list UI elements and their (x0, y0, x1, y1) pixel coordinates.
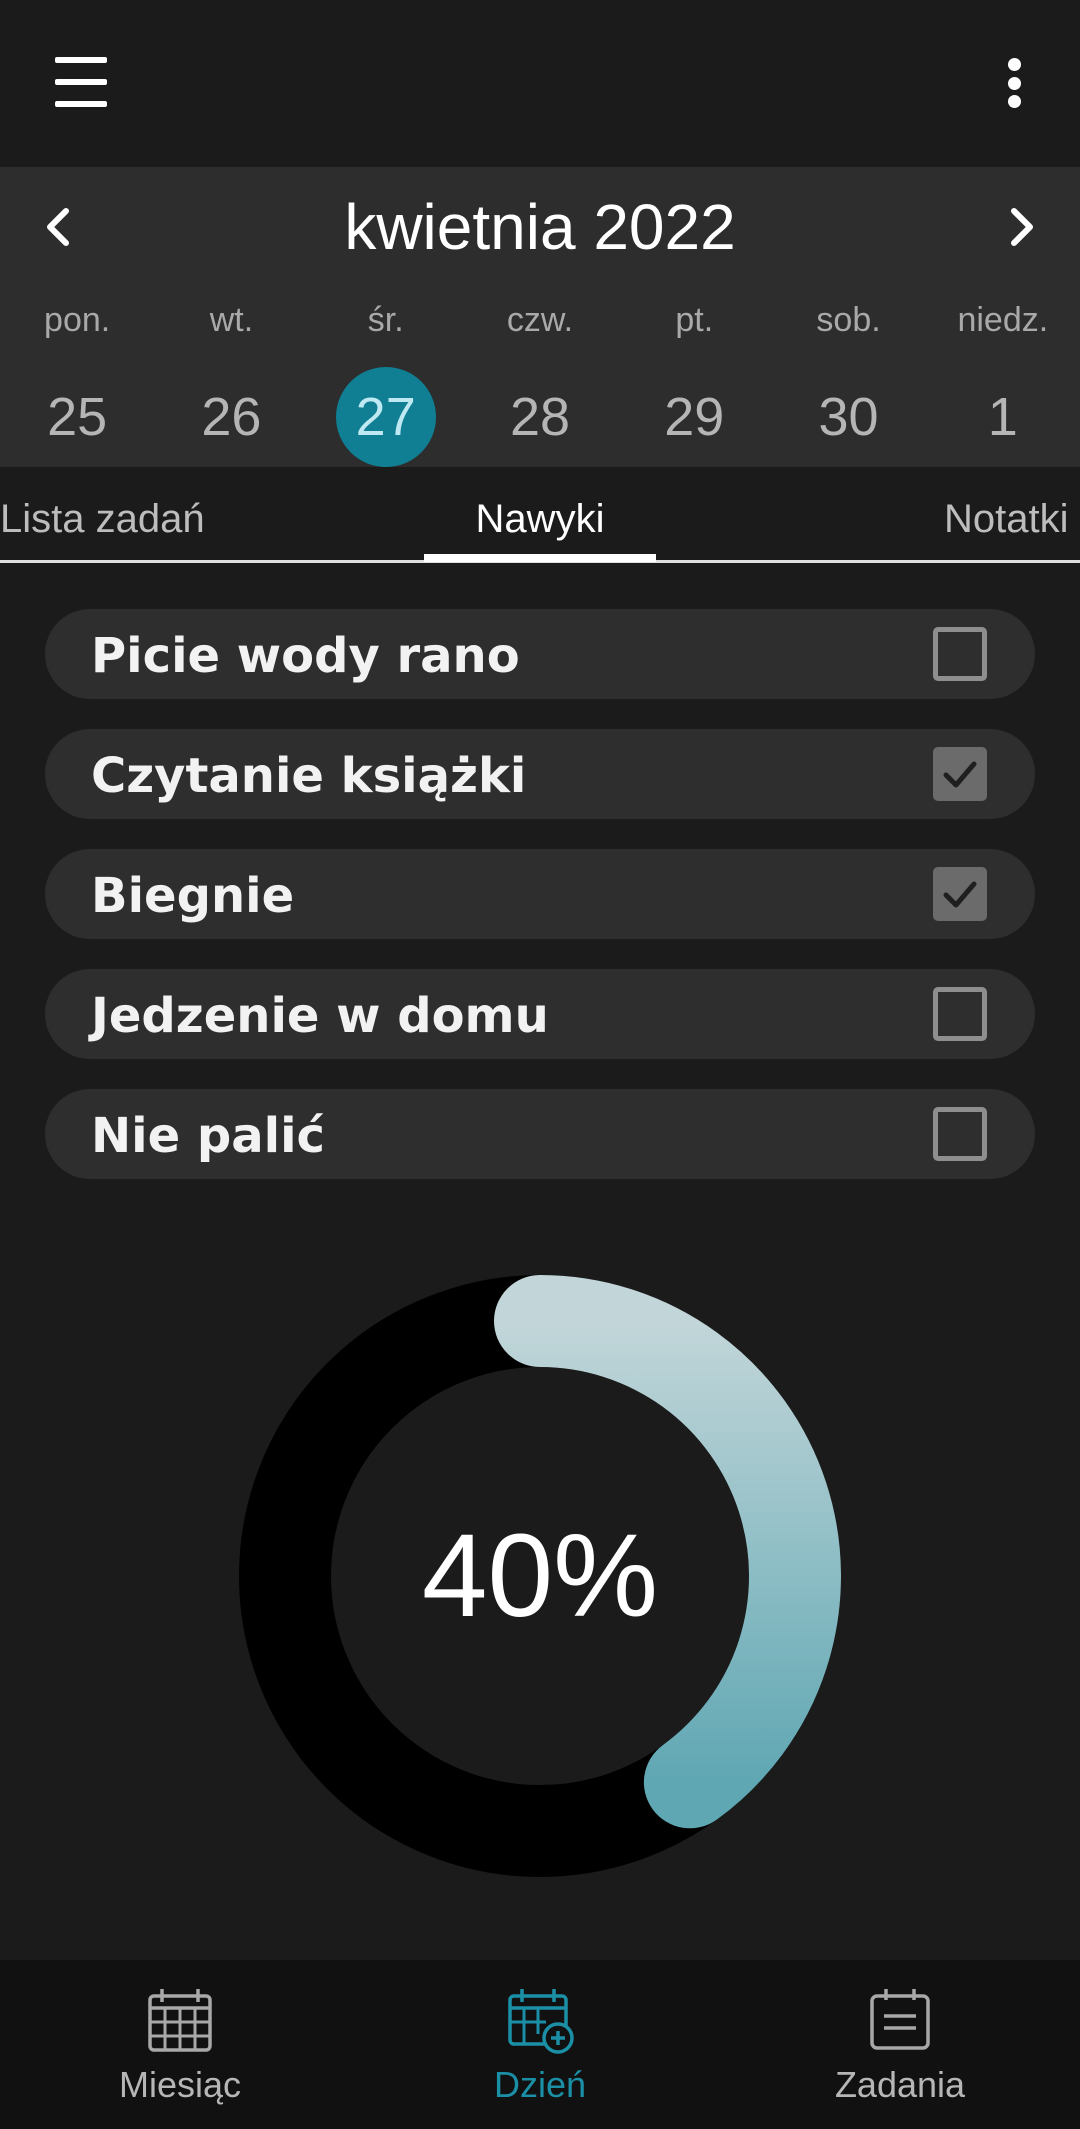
day-cell[interactable]: 30 (771, 367, 925, 467)
habit-label: Nie palić (91, 1108, 325, 1164)
weekday-label: niedz. (957, 301, 1049, 339)
day-cell[interactable]: 26 (154, 367, 308, 467)
habit-checkbox[interactable] (933, 1107, 987, 1161)
calendar-month-icon (148, 1989, 212, 2052)
day-cell[interactable]: 28 (463, 367, 617, 467)
habit-label: Jedzenie w domu (91, 988, 549, 1044)
nav-month-label: Miesiąc (118, 2064, 242, 2105)
day-cell[interactable]: 1 (926, 367, 1080, 467)
tab-bar: Lista zadań Nawyki Notatki (0, 467, 1080, 563)
hamburger-menu-icon[interactable] (55, 57, 107, 107)
day-cell[interactable]: 25 (0, 367, 154, 467)
day-number: 26 (201, 387, 262, 447)
progress-percent: 40% (421, 1510, 659, 1642)
habit-list: Picie wody rano Czytanie książki Biegnie… (45, 609, 1035, 1209)
habit-checkbox[interactable] (933, 747, 987, 801)
more-vert-icon[interactable] (1000, 58, 1028, 108)
week-calendar: kwietnia 2022 pon. wt. śr. czw. pt. sob.… (0, 167, 1080, 467)
active-tab-indicator (424, 554, 656, 562)
habit-checkbox[interactable] (933, 987, 987, 1041)
habit-item[interactable]: Czytanie książki (45, 729, 1035, 819)
habit-item[interactable]: Picie wody rano (45, 609, 1035, 699)
nav-month[interactable]: Miesiąc (0, 1960, 360, 2129)
calendar-add-icon (508, 1989, 574, 2054)
habit-checkbox[interactable] (933, 867, 987, 921)
nav-day[interactable]: Dzień (360, 1960, 720, 2129)
check-icon (943, 761, 977, 788)
day-number: 30 (818, 387, 879, 447)
habit-item[interactable]: Nie palić (45, 1089, 1035, 1179)
nav-day-label: Dzień (493, 2064, 587, 2105)
bottom-navigation: Miesiąc Dzień Zadania (0, 1960, 1080, 2129)
habit-label: Biegnie (91, 868, 295, 924)
habit-item[interactable]: Jedzenie w domu (45, 969, 1035, 1059)
task-list-icon (870, 1989, 930, 2050)
tab-task-list[interactable]: Lista zadań (0, 467, 205, 560)
nav-tasks[interactable]: Zadania (720, 1960, 1080, 2129)
habit-item[interactable]: Biegnie (45, 849, 1035, 939)
habit-checkbox[interactable] (933, 627, 987, 681)
day-number: 27 (355, 387, 416, 447)
habit-label: Picie wody rano (91, 628, 520, 684)
chevron-right-icon[interactable] (990, 197, 1050, 257)
weekday-header: pon. wt. śr. czw. pt. sob. niedz. (0, 295, 1080, 345)
weekday-label: śr. (367, 301, 404, 339)
tab-habits[interactable]: Nawyki (424, 467, 656, 560)
top-app-bar (0, 0, 1080, 167)
day-number: 1 (987, 387, 1018, 447)
tab-notes[interactable]: Notatki (944, 467, 1069, 560)
day-number: 25 (47, 387, 108, 447)
weekday-label: wt. (209, 301, 254, 339)
nav-tasks-label: Zadania (834, 2064, 966, 2105)
habit-label: Czytanie książki (91, 748, 527, 804)
day-row: 25 26 27 28 29 30 1 (0, 367, 1080, 467)
weekday-label: pon. (44, 301, 111, 339)
day-number: 28 (509, 387, 571, 447)
day-number: 29 (664, 387, 725, 447)
day-cell-selected[interactable]: 27 (309, 367, 463, 467)
habit-progress-ring: 40% (238, 1274, 842, 1878)
weekday-label: czw. (506, 301, 574, 339)
check-icon (943, 881, 977, 908)
month-title: kwietnia 2022 (344, 191, 736, 263)
weekday-label: pt. (675, 301, 714, 339)
weekday-label: sob. (816, 301, 881, 339)
day-cell[interactable]: 29 (617, 367, 771, 467)
